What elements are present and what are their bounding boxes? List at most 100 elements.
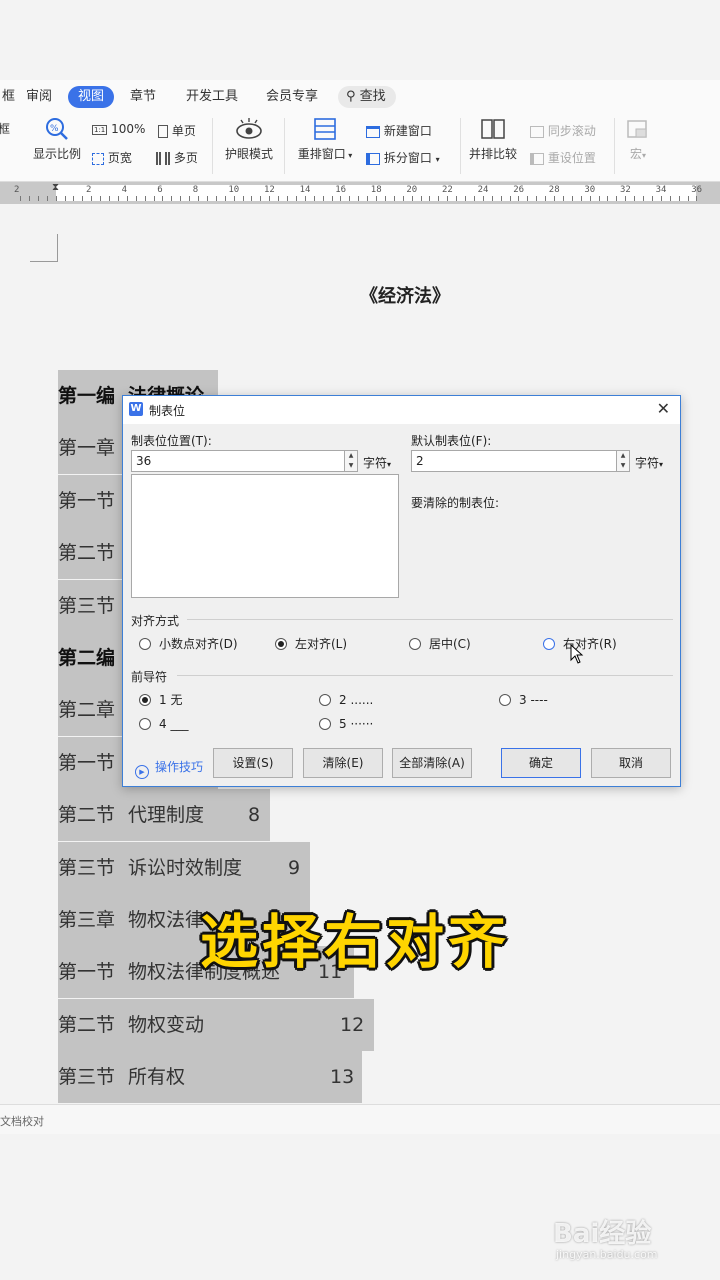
align-left-label: 左对齐(L) (295, 637, 348, 651)
ruler-tick (340, 196, 342, 201)
ruler-number: 2 (14, 185, 20, 195)
ruler-tick (491, 196, 493, 201)
close-icon[interactable]: ✕ (657, 399, 670, 418)
ruler-tick (215, 196, 217, 201)
toolbar-separator (284, 118, 285, 174)
single-page-label: 单页 (171, 124, 196, 138)
ruler-tick (28, 196, 30, 201)
reset-position-icon (530, 152, 544, 165)
tab-position-unit[interactable]: 字符▾ (363, 454, 391, 471)
ruler-tick (607, 196, 609, 201)
tab-position-input[interactable]: 36 (131, 450, 345, 472)
tab-view[interactable]: 视图 (68, 86, 115, 108)
single-page-button[interactable]: 单页 (158, 122, 196, 139)
ruler-number: 14 (299, 185, 311, 195)
ruler-tick (500, 196, 502, 201)
clear-button[interactable]: 清除(E) (303, 748, 383, 778)
tab-position-spinner[interactable]: ▲ ▼ (344, 450, 358, 472)
clear-all-button[interactable]: 全部清除(A) (392, 748, 472, 778)
tab-stops-dialog: W 制表位 ✕ 制表位位置(T): 36 ▲ ▼ 字符▾ 默认制表位(F): 2 … (122, 395, 681, 787)
eye-mode-button[interactable]: 护眼模式 (222, 116, 276, 162)
ruler-tick (37, 196, 39, 201)
tab-dev-tools[interactable]: 开发工具 (180, 86, 244, 108)
ok-button[interactable]: 确定 (501, 748, 581, 778)
leader-middots-radio[interactable]: 5 ······ (319, 716, 373, 732)
ruler-number: 26 (513, 185, 525, 195)
radio-dot (139, 638, 151, 650)
tab-chapter[interactable]: 章节 (124, 86, 162, 108)
ruler-tick (349, 196, 351, 201)
ruler-tick (278, 196, 280, 201)
ruler-tick (180, 196, 182, 201)
pct-100-button[interactable]: 1:1 100% (92, 122, 145, 136)
leader-group-label: 前导符 (131, 670, 168, 684)
align-decimal-radio[interactable]: 小数点对齐(D) (139, 636, 238, 652)
tab-position-list[interactable] (131, 474, 399, 598)
reset-position-button[interactable]: 重设位置 (530, 149, 596, 166)
ruler-tick (473, 196, 475, 201)
macro-button[interactable]: 宏▾ (622, 118, 654, 162)
cancel-button[interactable]: 取消 (591, 748, 671, 778)
default-tab-spinner[interactable]: ▲ ▼ (616, 450, 630, 472)
zoom-button[interactable]: % 显示比例 (30, 116, 84, 162)
wps-writer-icon: W (129, 402, 143, 416)
ruler-number: 12 (264, 185, 275, 195)
multi-page-button[interactable]: 多页 (156, 149, 198, 166)
set-button[interactable]: 设置(S) (213, 748, 293, 778)
sync-scroll-button[interactable]: 同步滚动 (530, 122, 596, 139)
toc-row[interactable]: 第二节 物权变动 12 (58, 998, 374, 1051)
toc-row-number: 第一编 (58, 385, 116, 407)
rearrange-window-button[interactable]: 重排窗口 ▾ (294, 116, 356, 162)
ruler-indent-marker[interactable]: ⧗ (52, 182, 59, 193)
page-width-button[interactable]: 页宽 (92, 149, 132, 166)
leader-none-radio[interactable]: 1 无 (139, 692, 182, 708)
ruler-tick (82, 196, 84, 201)
tab-member[interactable]: 会员专享 (260, 86, 324, 108)
toc-row-page: 8 (248, 804, 261, 827)
chevron-down-icon: ▾ (387, 460, 392, 469)
search-box[interactable]: ⚲ 查找 (338, 86, 396, 108)
toc-row-number: 第三节 (58, 1066, 116, 1089)
leader-dashes-radio[interactable]: 3 ---- (499, 692, 548, 708)
radio-dot (409, 638, 421, 650)
split-window-button[interactable]: 拆分窗口 ▾ (366, 149, 440, 166)
horizontal-ruler[interactable]: ⧗ 2 2 4 6 8 10 12 14 16 18 20 22 24 26 28 30 32 34 36 (0, 182, 720, 204)
new-window-button[interactable]: 新建窗口 (366, 122, 432, 139)
leader-dots-label: 2 ...... (339, 693, 374, 707)
toc-row[interactable]: 第三节 所有权 13 (58, 1051, 362, 1104)
align-center-radio[interactable]: 居中(C) (409, 636, 471, 652)
toc-row-page: 9 (288, 856, 301, 879)
leader-dots-radio[interactable]: 2 ...... (319, 692, 373, 708)
ruler-tick (100, 196, 102, 201)
align-left-radio[interactable]: 左对齐(L) (275, 636, 347, 652)
toc-row-number: 第一章 (58, 437, 116, 460)
svg-text:%: % (50, 124, 59, 134)
ruler-tick (242, 196, 244, 201)
leader-dashes-label: 3 ---- (519, 693, 548, 707)
ruler-tick (660, 196, 662, 201)
toc-row-number: 第一节 (58, 751, 116, 774)
default-tab-input[interactable]: 2 (411, 450, 617, 472)
toc-row[interactable]: 第三节 诉讼时效制度 9 (58, 841, 310, 894)
new-window-icon (366, 125, 380, 138)
ruler-tick (438, 196, 440, 201)
radio-dot (319, 694, 331, 706)
toc-row[interactable]: 第二节 代理制度 8 (58, 789, 270, 842)
default-tab-unit[interactable]: 字符▾ (635, 454, 663, 471)
side-by-side-button[interactable]: 并排比较 (466, 116, 520, 162)
ruler-tick (153, 196, 155, 201)
leader-underline-radio[interactable]: 4 ___ (139, 716, 188, 732)
tips-link[interactable]: ▶ 操作技巧 (135, 758, 203, 779)
tab-review[interactable]: 审阅 (20, 86, 58, 108)
ruler-number: 4 (121, 185, 128, 195)
zoom-icon: % (46, 118, 68, 140)
ruler-tick (171, 196, 173, 201)
ruler-tick (376, 196, 377, 201)
ruler-tick (46, 196, 48, 201)
toolbar-separator (614, 118, 615, 174)
ruler-tick (358, 196, 360, 201)
proofread-label[interactable]: 文档校对 (0, 1113, 44, 1129)
radio-dot (543, 638, 555, 650)
sync-scroll-label: 同步滚动 (547, 124, 596, 138)
toc-row-number: 第二节 (58, 804, 116, 827)
